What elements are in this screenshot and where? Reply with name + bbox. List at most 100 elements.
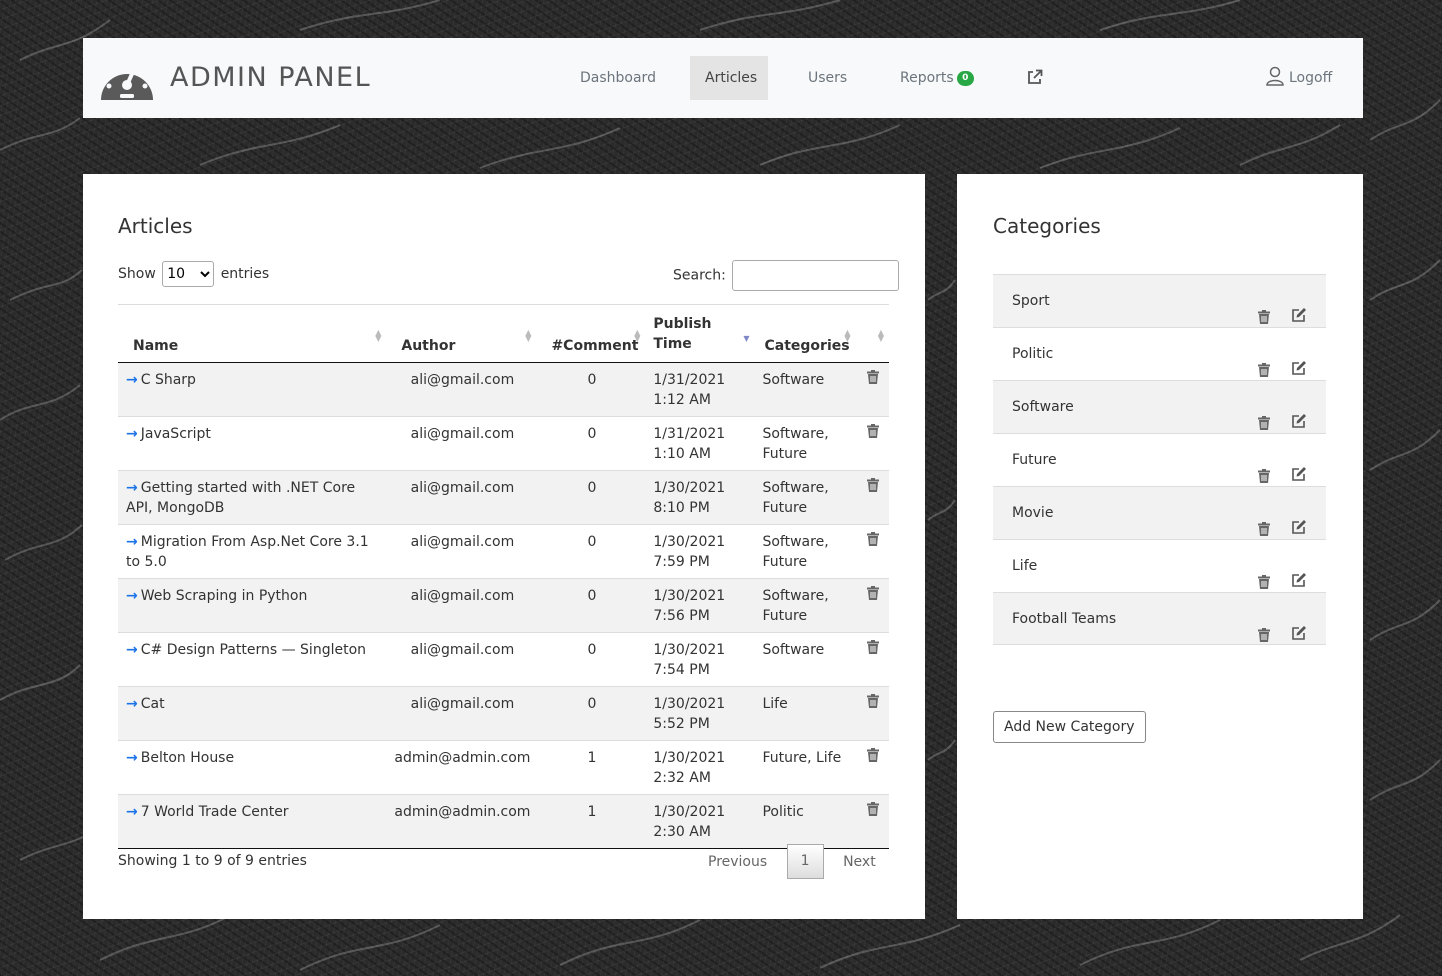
entries-per-page-select[interactable]: 10 <box>162 261 215 287</box>
category-name: Life <box>1012 558 1038 574</box>
article-link[interactable]: JavaScript <box>141 426 211 442</box>
article-author: ali@gmail.com <box>386 416 537 471</box>
trash-icon[interactable] <box>867 640 880 654</box>
trash-icon[interactable] <box>867 694 880 708</box>
article-comment-count: 0 <box>536 578 646 633</box>
article-categories: Software, Future <box>754 578 856 633</box>
article-link[interactable]: C Sharp <box>141 372 196 388</box>
article-actions <box>855 740 889 795</box>
trash-icon[interactable] <box>1258 453 1270 483</box>
column-header-name[interactable]: Name ▲ ▼ <box>118 304 387 363</box>
article-link[interactable]: Getting started with .NET Core API, Mong… <box>126 480 355 516</box>
table-row: → JavaScript ali@gmail.com 0 1/31/2021 1:10 … <box>118 416 889 471</box>
arrow-right-icon[interactable]: → <box>126 696 138 712</box>
article-name-cell: → Belton House <box>118 740 387 795</box>
column-header-comment[interactable]: #Comment ▲ ▼ <box>536 304 646 363</box>
article-link[interactable]: Cat <box>141 696 165 712</box>
article-name-cell: → Migration From Asp.Net Core 3.1 to 5.0 <box>118 524 387 579</box>
article-comment-count: 1 <box>536 740 646 795</box>
table-info: Showing 1 to 9 of 9 entries <box>118 853 307 869</box>
trash-icon[interactable] <box>867 478 880 492</box>
article-publish-time: 1/31/2021 1:10 AM <box>645 416 755 471</box>
article-categories: Politic <box>754 794 856 849</box>
external-link-icon[interactable] <box>1027 69 1043 85</box>
edit-icon[interactable] <box>1291 293 1307 322</box>
edit-icon[interactable] <box>1291 452 1307 481</box>
nav-reports[interactable]: Reports 0 <box>885 56 989 100</box>
column-header-actions[interactable]: ▲ ▼ <box>855 304 889 363</box>
article-publish-time: 1/30/2021 2:32 AM <box>645 740 755 795</box>
nav-users[interactable]: Users <box>793 56 862 100</box>
article-author: ali@gmail.com <box>386 686 537 741</box>
user-icon <box>1266 66 1284 86</box>
article-comment-count: 0 <box>536 362 646 417</box>
article-link[interactable]: Migration From Asp.Net Core 3.1 to 5.0 <box>126 534 369 570</box>
category-item: Future <box>993 433 1326 486</box>
trash-icon[interactable] <box>1258 559 1270 589</box>
arrow-right-icon[interactable]: → <box>126 534 138 550</box>
nav-reports-label: Reports <box>900 70 954 86</box>
categories-card: Categories Sport Politic Software Future Mov… <box>957 174 1363 919</box>
articles-table: Name ▲ ▼ Author ▲ ▼ #Comment ▲ ▼ Publish Time ▼… <box>118 304 889 849</box>
search-input[interactable] <box>732 260 900 291</box>
nav-articles[interactable]: Articles <box>690 56 768 100</box>
arrow-right-icon[interactable]: → <box>126 588 138 604</box>
trash-icon[interactable] <box>1258 506 1270 536</box>
article-publish-time: 1/30/2021 7:54 PM <box>645 632 755 687</box>
pagination-previous[interactable]: Previous <box>708 854 767 870</box>
article-categories: Future, Life <box>754 740 856 795</box>
trash-icon[interactable] <box>867 802 880 816</box>
trash-icon[interactable] <box>867 532 880 546</box>
article-name-cell: → Web Scraping in Python <box>118 578 387 633</box>
trash-icon[interactable] <box>867 748 880 762</box>
arrow-right-icon[interactable]: → <box>126 480 138 496</box>
category-name: Movie <box>1012 505 1054 521</box>
category-item: Football Teams <box>993 592 1326 645</box>
arrow-right-icon[interactable]: → <box>126 750 138 766</box>
arrow-right-icon[interactable]: → <box>126 372 138 388</box>
speedometer-logo-icon <box>101 63 153 100</box>
article-publish-time: 1/30/2021 7:56 PM <box>645 578 755 633</box>
article-comment-count: 0 <box>536 686 646 741</box>
entries-label: entries <box>220 266 270 282</box>
trash-icon[interactable] <box>1258 347 1270 377</box>
article-link[interactable]: Belton House <box>141 750 234 766</box>
arrow-right-icon[interactable]: → <box>126 426 138 442</box>
edit-icon[interactable] <box>1291 558 1307 587</box>
trash-icon[interactable] <box>1258 400 1270 430</box>
logoff-link[interactable]: Logoff <box>1266 56 1332 100</box>
column-header-author[interactable]: Author ▲ ▼ <box>386 304 537 363</box>
edit-icon[interactable] <box>1291 346 1307 375</box>
column-header-publish-time[interactable]: Publish Time ▼ <box>645 304 755 363</box>
category-item: Movie <box>993 486 1326 539</box>
trash-icon[interactable] <box>1258 612 1270 642</box>
arrow-right-icon[interactable]: → <box>126 642 138 658</box>
pagination-page-1[interactable]: 1 <box>786 844 824 879</box>
trash-icon[interactable] <box>867 586 880 600</box>
table-row: → Getting started with .NET Core API, Mon… <box>118 470 889 525</box>
article-link[interactable]: C# Design Patterns — Singleton <box>141 642 366 658</box>
trash-icon[interactable] <box>867 424 880 438</box>
table-row: → Migration From Asp.Net Core 3.1 to 5.0 a… <box>118 524 889 579</box>
article-link[interactable]: Web Scraping in Python <box>141 588 308 604</box>
column-header-categories[interactable]: Categories ▲ ▼ <box>754 304 856 363</box>
trash-icon[interactable] <box>1258 294 1270 324</box>
category-item: Software <box>993 380 1326 433</box>
category-item: Life <box>993 539 1326 592</box>
arrow-right-icon[interactable]: → <box>126 804 138 820</box>
article-link[interactable]: 7 World Trade Center <box>141 804 289 820</box>
edit-icon[interactable] <box>1291 505 1307 534</box>
edit-icon[interactable] <box>1291 611 1307 640</box>
article-author: ali@gmail.com <box>386 524 537 579</box>
article-publish-time: 1/30/2021 7:59 PM <box>645 524 755 579</box>
search-label: Search: <box>673 267 726 284</box>
add-new-category-button[interactable]: Add New Category <box>993 711 1146 743</box>
top-navbar: ADMIN PANEL Dashboard Articles Users Rep… <box>83 38 1363 118</box>
article-comment-count: 1 <box>536 794 646 849</box>
pagination-next[interactable]: Next <box>843 854 876 870</box>
edit-icon[interactable] <box>1291 399 1307 428</box>
trash-icon[interactable] <box>867 370 880 384</box>
nav-dashboard[interactable]: Dashboard <box>565 56 671 100</box>
article-actions <box>855 686 889 741</box>
article-categories: Life <box>754 686 856 741</box>
